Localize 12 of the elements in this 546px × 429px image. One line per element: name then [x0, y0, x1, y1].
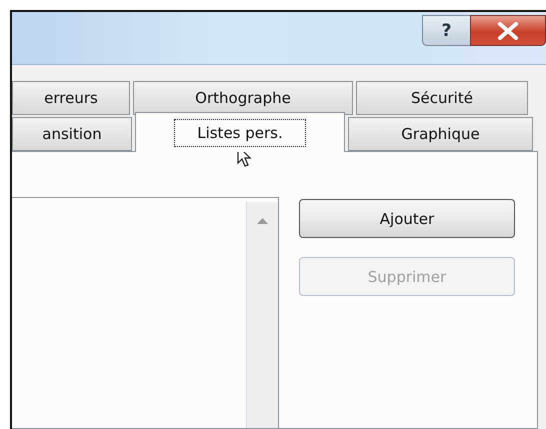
close-icon: [497, 22, 519, 40]
help-button[interactable]: ?: [422, 15, 470, 46]
scrollbar[interactable]: [246, 202, 278, 428]
tab[interactable]: ansition: [12, 117, 132, 151]
close-button[interactable]: [470, 15, 546, 46]
tab[interactable]: Graphique: [348, 117, 533, 151]
tab[interactable]: Orthographe: [133, 81, 353, 115]
scroll-up-icon[interactable]: [257, 218, 268, 224]
tab[interactable]: Listes pers.: [135, 112, 345, 152]
tab[interactable]: Sécurité: [356, 81, 528, 115]
tab[interactable]: erreurs: [12, 81, 130, 115]
action-button[interactable]: Ajouter: [299, 199, 515, 238]
